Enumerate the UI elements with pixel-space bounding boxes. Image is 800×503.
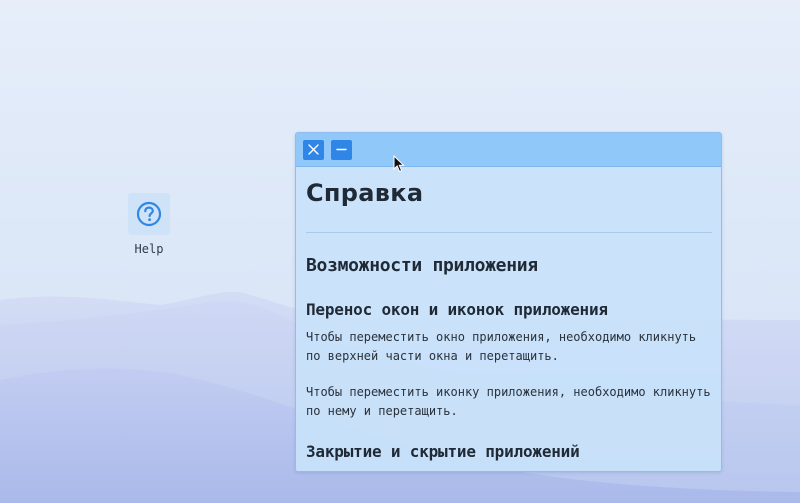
close-heading: Закрытие и скрытие приложений [306, 442, 580, 461]
minimize-button[interactable] [331, 139, 352, 160]
help-window[interactable]: Справка Возможности приложения Перенос о… [295, 132, 722, 472]
move-paragraph-1: Чтобы переместить окно приложения, необх… [306, 330, 697, 363]
desktop-icon-label: Help [134, 242, 164, 256]
window-titlebar[interactable] [296, 133, 721, 167]
mouse-cursor-icon [393, 155, 405, 173]
page-title: Справка [306, 179, 424, 207]
minimize-icon [336, 148, 347, 151]
close-icon [308, 144, 319, 155]
desktop-icon-help[interactable]: Help [124, 193, 174, 256]
move-paragraph-2: Чтобы переместить иконку приложения, нео… [306, 385, 711, 418]
divider [306, 232, 712, 233]
question-circle-icon [128, 193, 170, 235]
section-title: Возможности приложения [306, 255, 538, 276]
move-heading: Перенос окон и иконок приложения [306, 300, 608, 319]
close-button[interactable] [303, 139, 324, 160]
window-content: Справка Возможности приложения Перенос о… [296, 167, 721, 461]
